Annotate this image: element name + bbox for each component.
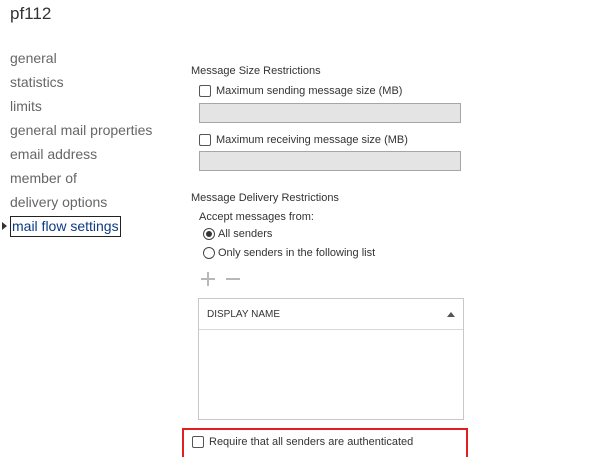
nav-item-label: delivery options bbox=[10, 194, 108, 210]
require-auth-label: Require that all senders are authenticat… bbox=[209, 436, 414, 448]
minus-icon[interactable] bbox=[226, 272, 240, 286]
max-send-input[interactable] bbox=[199, 103, 461, 123]
nav-item-label: limits bbox=[10, 98, 42, 114]
max-send-checkbox-row[interactable]: Maximum sending message size (MB) bbox=[199, 85, 402, 97]
max-receive-label: Maximum receiving message size (MB) bbox=[216, 134, 408, 146]
max-receive-checkbox[interactable] bbox=[199, 134, 211, 146]
list-column-header[interactable]: DISPLAY NAME bbox=[199, 299, 463, 330]
column-display-name: DISPLAY NAME bbox=[207, 308, 280, 320]
size-restrictions-heading: Message Size Restrictions bbox=[191, 65, 321, 77]
nav-item-email-address[interactable]: email address bbox=[10, 142, 152, 166]
nav-item-delivery-options[interactable]: delivery options bbox=[10, 190, 152, 214]
nav-item-label: mail flow settings bbox=[10, 216, 121, 237]
senders-list[interactable]: DISPLAY NAME bbox=[198, 298, 464, 420]
nav-item-label: member of bbox=[10, 170, 77, 186]
page-title: pf112 bbox=[10, 4, 52, 23]
radio-only-senders-label: Only senders in the following list bbox=[218, 247, 376, 259]
nav-item-member-of[interactable]: member of bbox=[10, 166, 152, 190]
nav-item-label: general mail properties bbox=[10, 122, 153, 138]
delivery-restrictions-heading: Message Delivery Restrictions bbox=[191, 192, 339, 204]
radio-all-senders-button[interactable] bbox=[203, 228, 215, 240]
nav-item-general-mail-properties[interactable]: general mail properties bbox=[10, 118, 152, 142]
radio-all-senders[interactable]: All senders bbox=[203, 228, 272, 240]
sort-up-icon[interactable] bbox=[447, 311, 455, 317]
radio-only-senders[interactable]: Only senders in the following list bbox=[203, 247, 375, 259]
require-auth-checkbox-row[interactable]: Require that all senders are authenticat… bbox=[192, 436, 413, 448]
radio-only-senders-button[interactable] bbox=[203, 247, 215, 259]
nav-item-statistics[interactable]: statistics bbox=[10, 70, 152, 94]
nav-item-general[interactable]: general bbox=[10, 46, 152, 70]
nav-item-limits[interactable]: limits bbox=[10, 94, 152, 118]
nav-item-mail-flow-settings[interactable]: mail flow settings bbox=[2, 214, 152, 238]
require-auth-checkbox[interactable] bbox=[192, 436, 204, 448]
max-receive-checkbox-row[interactable]: Maximum receiving message size (MB) bbox=[199, 134, 408, 146]
nav-item-label: general bbox=[10, 50, 57, 66]
max-send-label: Maximum sending message size (MB) bbox=[216, 85, 403, 97]
max-send-checkbox[interactable] bbox=[199, 85, 211, 97]
radio-all-senders-label: All senders bbox=[218, 228, 273, 240]
max-receive-input[interactable] bbox=[199, 151, 461, 171]
side-nav: general statistics limits general mail p… bbox=[2, 46, 152, 238]
nav-item-label: email address bbox=[10, 146, 98, 162]
plus-icon[interactable] bbox=[201, 272, 215, 286]
accept-from-label: Accept messages from: bbox=[199, 211, 314, 223]
expand-arrow-icon bbox=[2, 222, 7, 230]
nav-item-label: statistics bbox=[10, 74, 64, 90]
